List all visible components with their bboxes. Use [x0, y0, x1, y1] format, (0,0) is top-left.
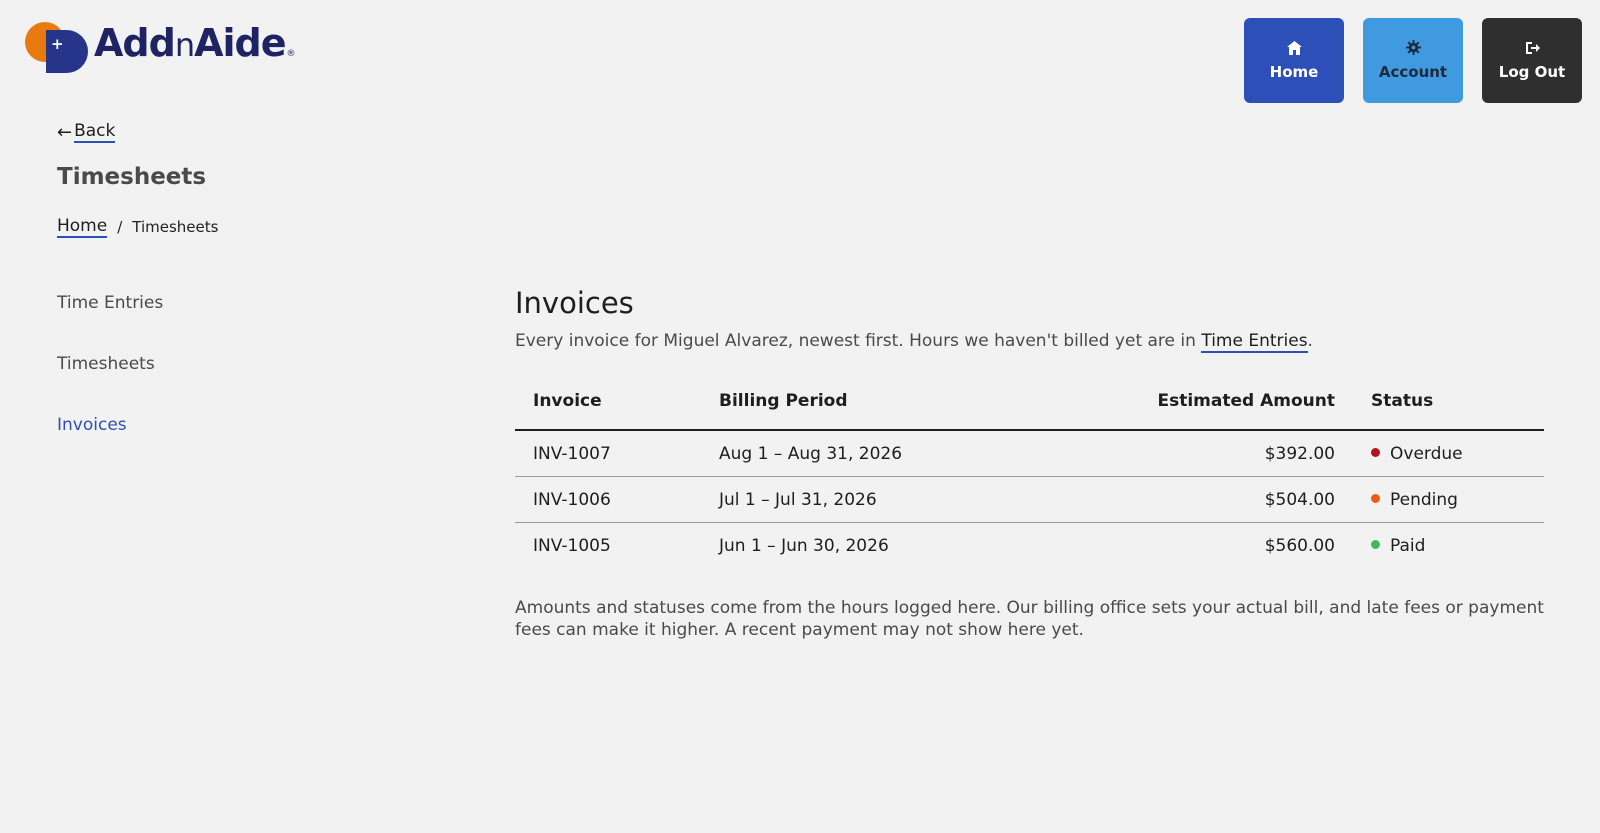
billing-note: Amounts and statuses come from the hours…	[515, 598, 1544, 640]
estimated-amount: $504.00	[1037, 476, 1353, 523]
table-row: INV-1005 Jun 1 – Jun 30, 2026 $560.00 Pa…	[515, 523, 1544, 569]
logo[interactable]: + AddnAide®	[25, 21, 296, 74]
logo-text: AddnAide®	[94, 20, 296, 65]
status-dot-icon	[1371, 540, 1380, 549]
status-dot-icon	[1371, 448, 1380, 457]
estimated-amount: $392.00	[1037, 430, 1353, 477]
billing-period: Jul 1 – Jul 31, 2026	[701, 476, 1037, 523]
account-button-label: Account	[1378, 63, 1448, 81]
logout-icon	[1525, 41, 1540, 58]
sidebar-item-time-entries[interactable]: Time Entries	[57, 293, 163, 354]
status-badge: Paid	[1390, 535, 1426, 556]
time-entries-link[interactable]: Time Entries	[1201, 331, 1308, 353]
logout-button[interactable]: Log Out	[1482, 18, 1582, 103]
main-content: Invoices Every invoice for Miguel Alvare…	[515, 283, 1544, 641]
home-button-label: Home	[1269, 62, 1319, 81]
billing-period: Jun 1 – Jun 30, 2026	[719, 535, 889, 556]
breadcrumb: Home / Timesheets	[57, 216, 218, 238]
back-link[interactable]: ← Back	[57, 122, 116, 143]
table-row: INV-1007 Aug 1 – Aug 31, 2026 $392.00 Ov…	[515, 430, 1544, 477]
status-dot-icon	[1371, 494, 1380, 503]
home-button[interactable]: Home	[1244, 18, 1344, 103]
header-status: Status	[1353, 372, 1544, 431]
section-title: Invoices	[515, 286, 634, 320]
header-billing-period: Billing Period	[701, 372, 1037, 431]
status-badge: Overdue	[1390, 443, 1463, 464]
status-cell: Overdue	[1353, 430, 1544, 477]
back-link-label[interactable]: Back	[74, 122, 116, 143]
invoice-id: INV-1005	[533, 535, 611, 556]
table-header-row: Invoice Billing Period Estimated Amount …	[515, 372, 1544, 431]
header-estimated-amount: Estimated Amount	[1037, 372, 1353, 431]
breadcrumb-separator: /	[117, 218, 123, 236]
logo-plus: +	[51, 35, 64, 53]
billing-period: Aug 1 – Aug 31, 2026	[701, 430, 1037, 477]
breadcrumb-home-link[interactable]: Home	[57, 216, 108, 238]
home-icon	[1286, 40, 1302, 58]
invoice-id: INV-1007	[515, 430, 701, 477]
intro-text: Every invoice for Miguel Alvarez, newest…	[515, 331, 1313, 353]
logo-mark-icon: +	[25, 22, 89, 74]
page-title: Timesheets	[57, 164, 207, 190]
table-row: INV-1006 Jul 1 – Jul 31, 2026 $504.00 Pe…	[515, 476, 1544, 523]
breadcrumb-current: Timesheets	[132, 218, 219, 236]
top-nav: Home Account Log Out	[1244, 18, 1582, 103]
logout-button-label: Log Out	[1498, 62, 1566, 81]
header-invoice: Invoice	[515, 372, 701, 431]
status-cell: Paid	[1353, 523, 1544, 569]
invoice-id: INV-1006	[515, 476, 701, 523]
sidebar: Time Entries Timesheets Invoices	[57, 293, 163, 476]
status-badge: Pending	[1390, 489, 1458, 510]
status-cell: Pending	[1353, 476, 1544, 523]
gear-icon	[1405, 40, 1421, 58]
sidebar-item-timesheets[interactable]: Timesheets	[57, 354, 163, 415]
account-button[interactable]: Account	[1363, 18, 1463, 103]
sidebar-item-invoices[interactable]: Invoices	[57, 415, 163, 476]
arrow-left-icon: ←	[57, 122, 73, 143]
estimated-amount: $560.00	[1264, 535, 1335, 556]
invoices-table: Invoice Billing Period Estimated Amount …	[515, 372, 1544, 568]
